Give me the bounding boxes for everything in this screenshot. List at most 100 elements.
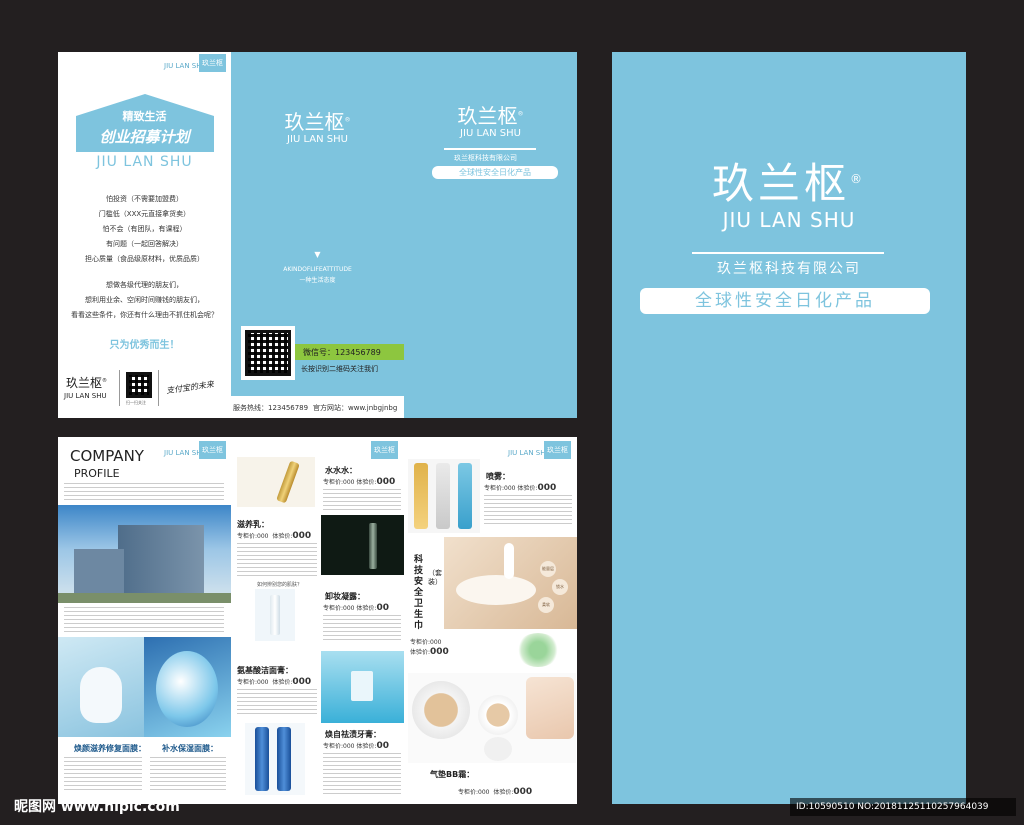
footer-brand-cn: 玖兰枢® bbox=[66, 376, 108, 390]
price-row: 专柜价:000 体验价:00 bbox=[323, 603, 389, 613]
price-row: 专柜价:000 体验价:00 bbox=[323, 741, 389, 751]
product-name: 水水水： bbox=[325, 466, 357, 475]
product-name: 滋养乳： bbox=[237, 520, 269, 529]
benefit-item: 门槛低（XXX元直接拿货卖） bbox=[98, 210, 191, 218]
house-title: 精致生活 bbox=[122, 110, 167, 123]
divider-line bbox=[692, 252, 884, 254]
company-panel: JIU LAN SHU 玖兰枢 COMPANY PROFILE 焕颜滋养修复面膜… bbox=[58, 437, 231, 804]
brand-cn: 玖兰枢® bbox=[457, 104, 524, 128]
building-image bbox=[58, 505, 231, 603]
price-row: 专柜价:000 体验价:000 bbox=[323, 477, 396, 487]
benefit-item: 怕投资（不需要加盟费） bbox=[106, 195, 183, 203]
contact-panel: 玖兰枢® JIU LAN SHU ▼ AKINDOFLIFEATTITUDE 一… bbox=[231, 52, 404, 418]
water-image bbox=[321, 651, 404, 723]
corner-tag-box: 玖兰枢 bbox=[199, 441, 226, 459]
price-row: 专柜价:000 体验价:000 bbox=[484, 483, 557, 493]
website: 官方网站：www.jnbgjnbg bbox=[313, 404, 398, 412]
corner-tag-box: 玖兰枢 bbox=[544, 441, 571, 459]
brand-cn: 玖兰枢® bbox=[284, 110, 351, 134]
product-desc bbox=[323, 753, 401, 797]
qr-code bbox=[245, 330, 291, 376]
product-name: 气垫BB霜： bbox=[430, 770, 475, 779]
products-panel-b: JIU LAN SHU 玖兰枢 喷雾： 专柜价:000 体验价:000 科技安全… bbox=[404, 437, 577, 804]
product-desc bbox=[64, 757, 142, 793]
skin-question: 如何辨别您的肌肤？ bbox=[257, 582, 303, 588]
products-panel-a: 玖兰枢 滋养乳： 专柜价:000 体验价:000 如何辨别您的肌肤？ 氨基酸洁面… bbox=[231, 437, 404, 804]
product-desc bbox=[237, 543, 317, 579]
vertical-title: 科技安全卫生巾 bbox=[414, 555, 424, 631]
signature: 支付宝的未来 bbox=[165, 379, 215, 396]
divider bbox=[119, 370, 120, 406]
house-script: 创业招募计划 bbox=[99, 128, 190, 146]
big-cover-panel: 玖兰枢® JIU LAN SHU 玖兰枢科技有限公司 全球性安全日化产品 bbox=[612, 52, 966, 804]
texture-image bbox=[516, 633, 560, 667]
arrow-down-icon: ▼ bbox=[314, 250, 321, 259]
product-name: 氨基酸洁面膏： bbox=[237, 666, 293, 675]
product-name: 补水保湿面膜： bbox=[162, 744, 218, 753]
company-name: 玖兰枢科技有限公司 bbox=[454, 154, 517, 162]
price-row: 专柜价:000 体验价:000 bbox=[237, 531, 312, 541]
lotion-image bbox=[255, 589, 295, 641]
company-subtitle: PROFILE bbox=[74, 467, 120, 480]
brand-en: JIU LAN SHU bbox=[722, 208, 856, 232]
product-desc bbox=[237, 689, 317, 715]
qr-code bbox=[126, 372, 152, 398]
product-name: 焕颜滋养修复面膜： bbox=[74, 744, 146, 753]
brand-en: JIU LAN SHU bbox=[287, 134, 348, 145]
spray-image bbox=[408, 459, 480, 533]
benefit-item: 担心质量（食品级原材料，优质品质） bbox=[85, 255, 204, 263]
pad-image: 能量层 锁水 柔软 bbox=[444, 537, 577, 629]
qr-caption: 扫一扫关注 bbox=[126, 400, 146, 405]
feature-bubble: 柔软 bbox=[538, 597, 554, 613]
divider-line bbox=[444, 148, 536, 150]
cushion-image bbox=[408, 673, 576, 763]
set-label: （套装） bbox=[428, 569, 442, 586]
product-name: 卸妆凝露： bbox=[325, 592, 365, 601]
divider bbox=[158, 370, 159, 406]
footer-brand-en: JIU LAN SHU bbox=[64, 392, 107, 400]
benefit-list: 怕投资（不需要加盟费） 门槛低（XXX元直接拿货卖） 怕不会（有团队，有课程） … bbox=[58, 192, 231, 267]
product-desc bbox=[150, 757, 226, 793]
slogan-pill: 全球性安全日化产品 bbox=[432, 166, 558, 179]
company-title: COMPANY bbox=[70, 447, 144, 465]
hotline: 服务热线：123456789 bbox=[233, 404, 309, 412]
site-watermark: 昵图网 www.nipic.com bbox=[14, 799, 180, 815]
price-row: 专柜价:000 bbox=[410, 639, 442, 646]
benefit-item: 有问题（一起回答解决） bbox=[106, 240, 183, 248]
brand-cn: 玖兰枢® bbox=[711, 159, 866, 208]
scan-text: 长按识别二维码关注我们 bbox=[301, 365, 378, 373]
highlight-text: 只为优秀而生！ bbox=[109, 340, 180, 351]
profile-text bbox=[64, 483, 224, 501]
price-row: 专柜价:000 体验价:000 bbox=[458, 787, 533, 797]
mask-image bbox=[58, 637, 144, 737]
product-desc bbox=[323, 615, 401, 641]
wechat-id: 微信号：123456789 bbox=[303, 348, 381, 357]
corner-tag-box: 玖兰枢 bbox=[371, 441, 398, 459]
blue-bottles-image bbox=[245, 723, 305, 795]
profile-text bbox=[64, 607, 224, 633]
invite-paragraph: 想做各级代理的朋友们， 想利用业余、空闲时间赚钱的朋友们， 看看这些条件，你还有… bbox=[58, 278, 231, 323]
gel-image bbox=[321, 515, 404, 575]
inner-cover-panel: 玖兰枢® JIU LAN SHU 玖兰枢科技有限公司 全球性安全日化产品 bbox=[404, 52, 577, 418]
invite-line: 看看这些条件，你还有什么理由不抓住机会呢？ bbox=[71, 311, 218, 319]
price-row: 体验价:000 bbox=[410, 647, 449, 657]
invite-line: 想利用业余、空闲时间赚钱的朋友们， bbox=[85, 296, 204, 304]
recruit-panel: JIU LAN SHU 玖兰枢 精致生活 创业招募计划 JIU LAN SHU … bbox=[58, 52, 231, 418]
feature-bubble: 能量层 bbox=[540, 561, 556, 577]
corner-tag-box: 玖兰枢 bbox=[199, 54, 226, 72]
product-name: 喷雾： bbox=[486, 472, 510, 481]
price-row: 专柜价:000 体验价:000 bbox=[237, 677, 312, 687]
feature-bubble: 锁水 bbox=[552, 579, 568, 595]
id-watermark: ID:10590510 NO:20181125110257964039 bbox=[796, 802, 989, 812]
benefit-item: 怕不会（有团队，有课程） bbox=[102, 225, 187, 233]
product-desc bbox=[484, 495, 572, 527]
brand-en: JIU LAN SHU bbox=[96, 154, 193, 170]
brand-en: JIU LAN SHU bbox=[460, 128, 521, 139]
product-desc bbox=[323, 489, 401, 511]
product-name: 焕自祛渍牙膏： bbox=[325, 730, 381, 739]
attitude-en: AKINDOFLIFEATTITUDE bbox=[283, 266, 352, 273]
serum-image bbox=[237, 457, 315, 507]
attitude-cn: 一种生活态度 bbox=[299, 277, 336, 284]
slogan-pill: 全球性安全日化产品 bbox=[640, 288, 930, 314]
hydrating-image bbox=[144, 637, 231, 737]
